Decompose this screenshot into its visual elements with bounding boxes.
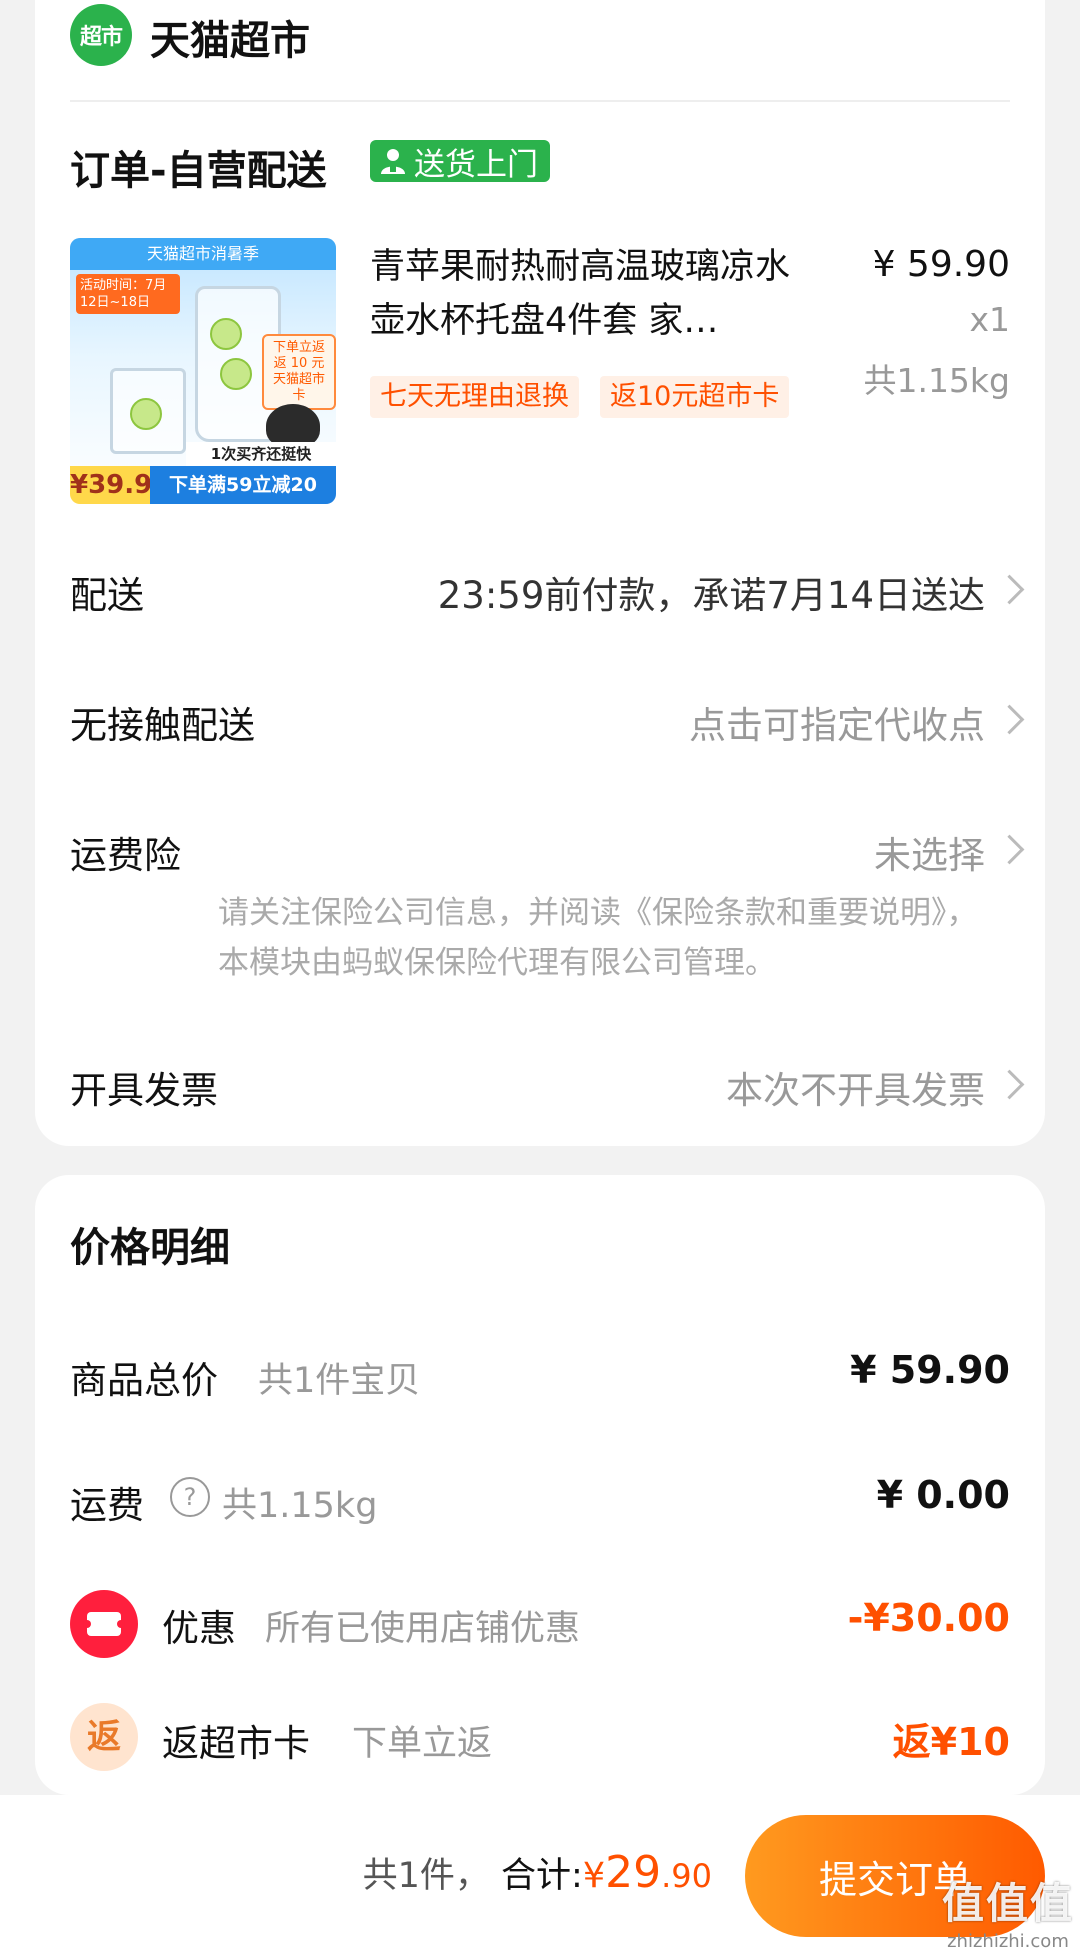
goods-total-label: 商品总价 (70, 1359, 218, 1402)
price-detail-title: 价格明细 (70, 1225, 230, 1271)
divider (70, 100, 1010, 102)
goods-total-value: ¥ 59.90 (850, 1348, 1010, 1392)
rebate-sub: 下单立返 (352, 1724, 493, 1764)
contactless-value[interactable]: 点击可指定代收点 (689, 695, 985, 749)
rebate-value: 返¥10 (892, 1720, 1010, 1764)
watermark-url: zhizhizhi.com (947, 1931, 1069, 1952)
rebate-label: 返超市卡 (162, 1722, 310, 1765)
product-title[interactable]: 青苹果耐热耐高温玻璃凉水壶水杯托盘4件套 家… (370, 240, 820, 348)
contactless-label: 无接触配送 (70, 704, 255, 747)
shipping-fee-value: ¥ 0.00 (876, 1473, 1010, 1517)
invoice-label: 开具发票 (70, 1069, 218, 1112)
watermark-logo: 值值值 (941, 1879, 1074, 1928)
goods-total-sub: 共1件宝贝 (258, 1361, 421, 1401)
discount-value[interactable]: -¥30.00 (848, 1596, 1010, 1640)
help-icon[interactable]: ? (170, 1477, 210, 1517)
currency-symbol: ¥ (582, 1856, 606, 1896)
delivery-value[interactable]: 23:59前付款，承诺7月14日送达 (438, 565, 985, 619)
product-price: ¥ 59.90 (872, 244, 1010, 285)
total-decimal: .90 (661, 1857, 712, 1895)
product-image-header: 天猫超市消暑季 (70, 238, 336, 270)
delivery-tag-label: 送货上门 (414, 146, 538, 183)
product-image-band: 下单满59立减20 (150, 466, 336, 504)
discount-sub: 所有已使用店铺优惠 (265, 1609, 581, 1649)
order-summary: 共1件， 合计:¥29.90 (363, 1847, 712, 1898)
product-quantity: x1 (969, 300, 1010, 339)
service-tag-rebate: 返10元超市卡 (600, 376, 790, 418)
delivery-tag: 送货上门 (370, 140, 550, 183)
order-title: 订单-自营配送 (70, 148, 327, 194)
insurance-note: 请关注保险公司信息，并阅读《保险条款和重要说明》，本模块由蚂蚁保保险代理有限公司… (218, 895, 978, 981)
lime-slice-icon (220, 358, 252, 390)
shipping-fee-sub: 共1.15kg (222, 1486, 378, 1526)
shipping-insurance-value[interactable]: 未选择 (874, 825, 985, 879)
item-count: 共1件， (362, 1856, 490, 1896)
total-label: 合计: (501, 1856, 583, 1896)
product-image-quick: 1次买齐还挺快 (186, 442, 336, 466)
service-tag-return: 七天无理由退换 (370, 376, 579, 418)
person-icon (381, 149, 405, 174)
product-weight: 共1.15kg (863, 361, 1010, 400)
shipping-insurance-label: 运费险 (70, 834, 181, 877)
product-image-price: ¥39.9 (70, 466, 152, 504)
invoice-value[interactable]: 本次不开具发票 (726, 1060, 985, 1114)
delivery-label: 配送 (70, 574, 144, 617)
lime-slice-icon (210, 318, 242, 350)
discount-label: 优惠 (162, 1607, 236, 1650)
rebate-icon: 返 (70, 1703, 138, 1771)
shipping-fee-label: 运费 (70, 1484, 144, 1527)
watermark: 值值值 zhizhizhi.com (942, 1870, 1074, 1952)
total-integer: 29 (605, 1847, 662, 1898)
coupon-icon (70, 1590, 138, 1658)
product-image-activity: 活动时间：7月12日~18日 (76, 274, 180, 314)
lime-slice-icon (130, 398, 162, 430)
product-image-rebate: 下单立返 返 10 元 天猫超市卡 (262, 334, 336, 410)
tmall-supermarket-logo: 超市 (70, 4, 132, 66)
product-image[interactable]: 天猫超市消暑季 活动时间：7月12日~18日 下单立返 返 10 元 天猫超市卡… (70, 238, 336, 504)
store-name[interactable]: 天猫超市 (150, 8, 310, 66)
